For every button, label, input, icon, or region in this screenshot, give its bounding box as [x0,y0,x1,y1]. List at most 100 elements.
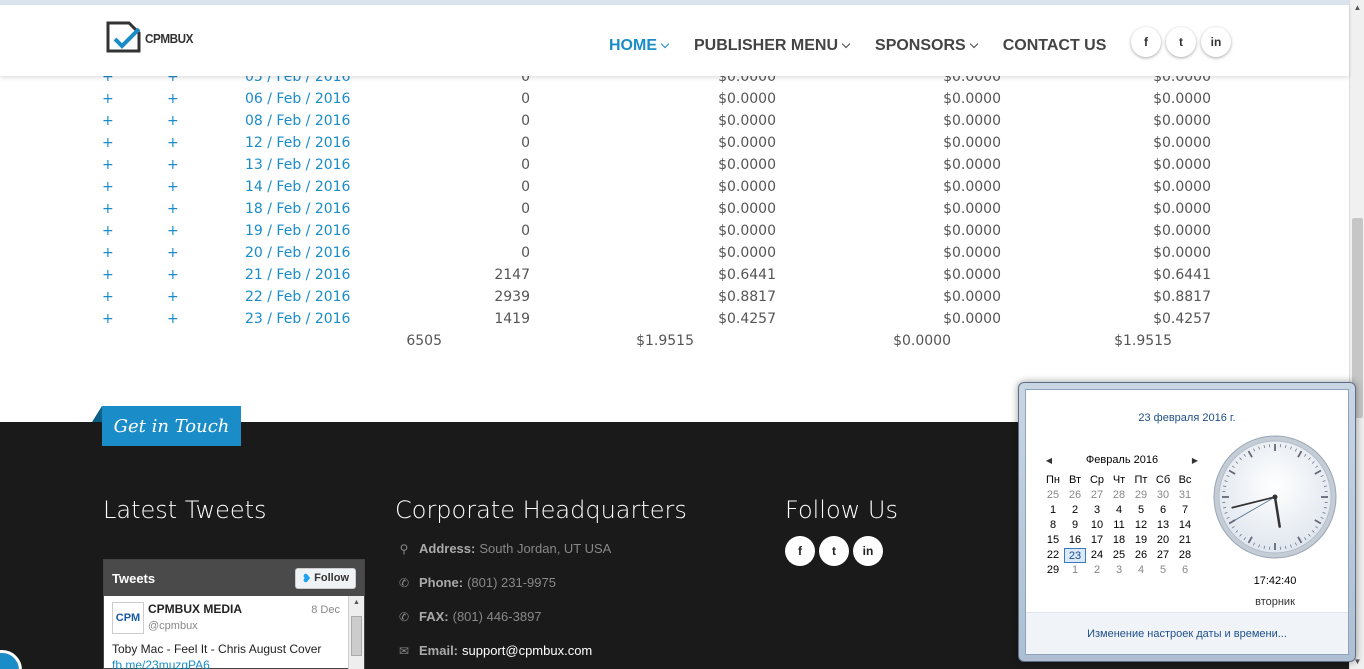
calendar-day[interactable]: 10 [1086,518,1108,533]
tweet-date[interactable]: 8 Dec [311,604,340,616]
calendar-day[interactable]: 2 [1064,503,1086,518]
expand-plus-icon[interactable]: + [102,308,114,330]
expand-plus-icon[interactable]: + [167,308,179,330]
row-date-link[interactable]: 19 / Feb / 2016 [245,220,350,242]
row-date-link[interactable]: 22 / Feb / 2016 [245,286,350,308]
calendar-day[interactable]: 26 [1064,488,1086,503]
calendar-day[interactable]: 11 [1108,518,1130,533]
facebook-icon[interactable]: f [1131,27,1161,57]
expand-plus-icon[interactable]: + [102,132,114,154]
calendar-day[interactable]: 28 [1174,548,1196,563]
calendar-day[interactable]: 17 [1086,533,1108,548]
calendar-day[interactable]: 29 [1042,563,1064,578]
calendar-day[interactable]: 5 [1130,503,1152,518]
calendar-day[interactable]: 6 [1152,503,1174,518]
calendar-day[interactable]: 26 [1130,548,1152,563]
expand-plus-icon[interactable]: + [167,264,179,286]
calendar-day[interactable]: 5 [1152,563,1174,578]
expand-plus-icon[interactable]: + [167,176,179,198]
row-date-link[interactable]: 20 / Feb / 2016 [245,242,350,264]
calendar-day[interactable]: 12 [1130,518,1152,533]
calendar-day[interactable]: 4 [1130,563,1152,578]
full-date-link[interactable]: 23 февраля 2016 г. [1026,412,1348,424]
expand-plus-icon[interactable]: + [102,286,114,308]
calendar-day[interactable]: 1 [1042,503,1064,518]
calendar-day[interactable]: 18 [1108,533,1130,548]
tweet-link[interactable]: fb.me/23muzqPA6 [112,658,210,669]
scroll-up-arrow-icon[interactable]: ▲ [1350,0,1364,15]
avatar[interactable]: CPM [112,602,144,634]
twitter-icon[interactable]: t [819,536,849,566]
calendar-day[interactable]: 22 [1042,548,1064,563]
nav-item-home[interactable]: HOME [609,37,670,55]
scroll-up-arrow-icon[interactable]: ▲ [349,596,364,610]
calendar-day[interactable]: 3 [1086,503,1108,518]
row-date-link[interactable]: 21 / Feb / 2016 [245,264,350,286]
nav-item-contact-us[interactable]: CONTACT US [1003,37,1107,55]
expand-plus-icon[interactable]: + [167,198,179,220]
calendar-day[interactable]: 24 [1086,548,1108,563]
calendar-day[interactable]: 29 [1130,488,1152,503]
calendar-day-today[interactable]: 23 [1064,548,1086,563]
calendar-day[interactable]: 8 [1042,518,1064,533]
tweet-handle[interactable]: @cpmbux [148,620,198,632]
row-date-link[interactable]: 08 / Feb / 2016 [245,110,350,132]
next-month-icon[interactable]: ▶ [1188,456,1202,465]
contact-value[interactable]: support@cpmbux.com [462,643,592,658]
calendar-day[interactable]: 16 [1064,533,1086,548]
calendar-day[interactable]: 13 [1152,518,1174,533]
calendar-day[interactable]: 3 [1108,563,1130,578]
date-time-settings-link[interactable]: Изменение настроек даты и времени... [1026,612,1348,654]
calendar-day[interactable]: 15 [1042,533,1064,548]
expand-plus-icon[interactable]: + [102,110,114,132]
calendar-month-label[interactable]: Февраль 2016 [1086,454,1158,466]
tweet-account-name[interactable]: CPMBUX MEDIA [148,602,242,616]
calendar-day[interactable]: 25 [1108,548,1130,563]
row-date-link[interactable]: 23 / Feb / 2016 [245,308,350,330]
calendar-day[interactable]: 1 [1064,563,1086,578]
expand-plus-icon[interactable]: + [102,198,114,220]
calendar-day[interactable]: 7 [1174,503,1196,518]
twitter-follow-button[interactable]: ❥ Follow [294,567,356,589]
expand-plus-icon[interactable]: + [167,132,179,154]
row-date-link[interactable]: 18 / Feb / 2016 [245,198,350,220]
site-logo[interactable]: CPMBUX [105,19,193,55]
row-date-link[interactable]: 12 / Feb / 2016 [245,132,350,154]
linkedin-icon[interactable]: in [1201,27,1231,57]
expand-plus-icon[interactable]: + [167,286,179,308]
calendar-day[interactable]: 21 [1174,533,1196,548]
expand-plus-icon[interactable]: + [102,220,114,242]
expand-plus-icon[interactable]: + [102,242,114,264]
expand-plus-icon[interactable]: + [167,242,179,264]
expand-plus-icon[interactable]: + [167,154,179,176]
calendar-day[interactable]: 4 [1108,503,1130,518]
calendar-day[interactable]: 28 [1108,488,1130,503]
calendar-day[interactable]: 20 [1152,533,1174,548]
facebook-icon[interactable]: f [785,536,815,566]
twitter-icon[interactable]: t [1166,27,1196,57]
expand-plus-icon[interactable]: + [167,88,179,110]
calendar-day[interactable]: 25 [1042,488,1064,503]
row-date-link[interactable]: 13 / Feb / 2016 [245,154,350,176]
tweets-scroll-thumb[interactable] [351,616,362,656]
expand-plus-icon[interactable]: + [167,110,179,132]
linkedin-icon[interactable]: in [853,536,883,566]
calendar-day[interactable]: 30 [1152,488,1174,503]
calendar-day[interactable]: 9 [1064,518,1086,533]
row-date-link[interactable]: 06 / Feb / 2016 [245,88,350,110]
expand-plus-icon[interactable]: + [167,220,179,242]
calendar-day[interactable]: 2 [1086,563,1108,578]
calendar-day[interactable]: 6 [1174,563,1196,578]
calendar-day[interactable]: 27 [1152,548,1174,563]
expand-plus-icon[interactable]: + [102,154,114,176]
prev-month-icon[interactable]: ◀ [1042,456,1056,465]
expand-plus-icon[interactable]: + [102,264,114,286]
calendar-day[interactable]: 19 [1130,533,1152,548]
calendar-day[interactable]: 14 [1174,518,1196,533]
row-date-link[interactable]: 14 / Feb / 2016 [245,176,350,198]
nav-item-publisher-menu[interactable]: PUBLISHER MENU [694,37,851,55]
nav-item-sponsors[interactable]: SPONSORS [875,37,978,55]
expand-plus-icon[interactable]: + [102,176,114,198]
expand-plus-icon[interactable]: + [102,88,114,110]
calendar-day[interactable]: 27 [1086,488,1108,503]
